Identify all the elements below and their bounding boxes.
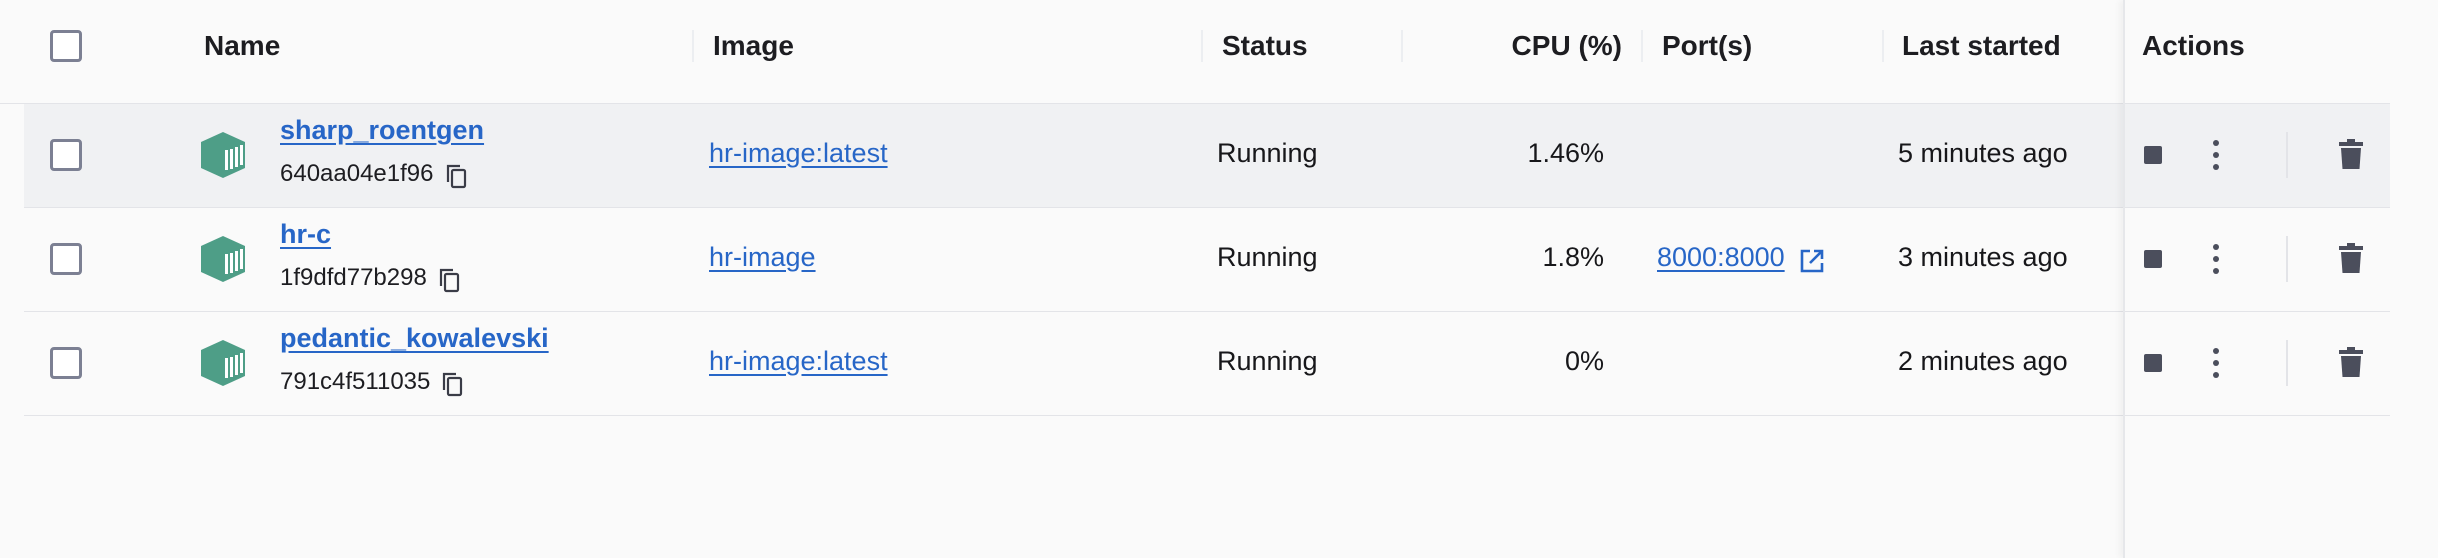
row-checkbox[interactable] (50, 139, 82, 171)
column-divider (1641, 30, 1643, 62)
container-id: 1f9dfd77b298 (280, 264, 427, 291)
table-row[interactable]: hr-c 1f9dfd77b298 hr-image Running 1.8% … (24, 208, 2390, 312)
more-vertical-icon[interactable] (2210, 346, 2222, 380)
last-started-text: 2 minutes ago (1898, 346, 2068, 376)
column-header-last-started[interactable]: Last started (1902, 0, 2061, 92)
stop-icon[interactable] (2144, 250, 2162, 268)
stop-icon[interactable] (2144, 354, 2162, 372)
more-vertical-icon[interactable] (2210, 138, 2222, 172)
row-checkbox[interactable] (50, 347, 82, 379)
table-header: Name Image Status CPU (%) Port(s) Last s… (0, 0, 2390, 104)
row-checkbox[interactable] (50, 243, 82, 275)
column-divider (1201, 30, 1203, 62)
cpu-usage: 1.8% (1542, 242, 1604, 272)
container-name-link[interactable]: pedantic_kowalevski (280, 323, 549, 354)
container-name-link[interactable]: hr-c (280, 219, 331, 250)
cpu-usage: 0% (1564, 346, 1604, 376)
column-header-image[interactable]: Image (713, 0, 794, 92)
copy-icon[interactable] (441, 371, 463, 397)
column-divider (692, 30, 694, 62)
status-text: Running (1217, 138, 1318, 168)
port-link[interactable]: 8000:8000 (1657, 242, 1785, 273)
trash-icon[interactable] (2339, 347, 2363, 377)
column-header-cpu[interactable]: CPU (%) (1480, 0, 1622, 92)
column-divider (1882, 30, 1884, 62)
table-row[interactable]: pedantic_kowalevski 791c4f511035 hr-imag… (24, 312, 2390, 416)
column-header-name[interactable]: Name (204, 0, 280, 92)
container-id: 791c4f511035 (280, 368, 431, 395)
column-header-status[interactable]: Status (1222, 0, 1308, 92)
container-name-link[interactable]: sharp_roentgen (280, 115, 484, 146)
select-all-checkbox[interactable] (50, 30, 82, 62)
action-divider (2286, 236, 2288, 282)
table-row[interactable]: sharp_roentgen 640aa04e1f96 hr-image:lat… (24, 104, 2390, 208)
more-vertical-icon[interactable] (2210, 242, 2222, 276)
column-header-ports[interactable]: Port(s) (1662, 0, 1752, 92)
trash-icon[interactable] (2339, 139, 2363, 169)
container-icon (201, 132, 245, 178)
status-text: Running (1217, 346, 1318, 376)
stop-icon[interactable] (2144, 146, 2162, 164)
cpu-usage: 1.46% (1527, 138, 1604, 168)
action-divider (2286, 132, 2288, 178)
trash-icon[interactable] (2339, 243, 2363, 273)
status-text: Running (1217, 242, 1318, 272)
image-link[interactable]: hr-image:latest (709, 346, 888, 377)
copy-icon[interactable] (445, 163, 467, 189)
container-id: 640aa04e1f96 (280, 160, 434, 187)
copy-icon[interactable] (438, 267, 460, 293)
last-started-text: 5 minutes ago (1898, 138, 2068, 168)
column-divider (1401, 30, 1403, 62)
container-icon (201, 236, 245, 282)
image-link[interactable]: hr-image (709, 242, 816, 273)
container-icon (201, 340, 245, 386)
action-divider (2286, 340, 2288, 386)
last-started-text: 3 minutes ago (1898, 242, 2068, 272)
column-header-actions: Actions (2142, 30, 2245, 61)
external-link-icon[interactable] (1799, 248, 1825, 274)
image-link[interactable]: hr-image:latest (709, 138, 888, 169)
